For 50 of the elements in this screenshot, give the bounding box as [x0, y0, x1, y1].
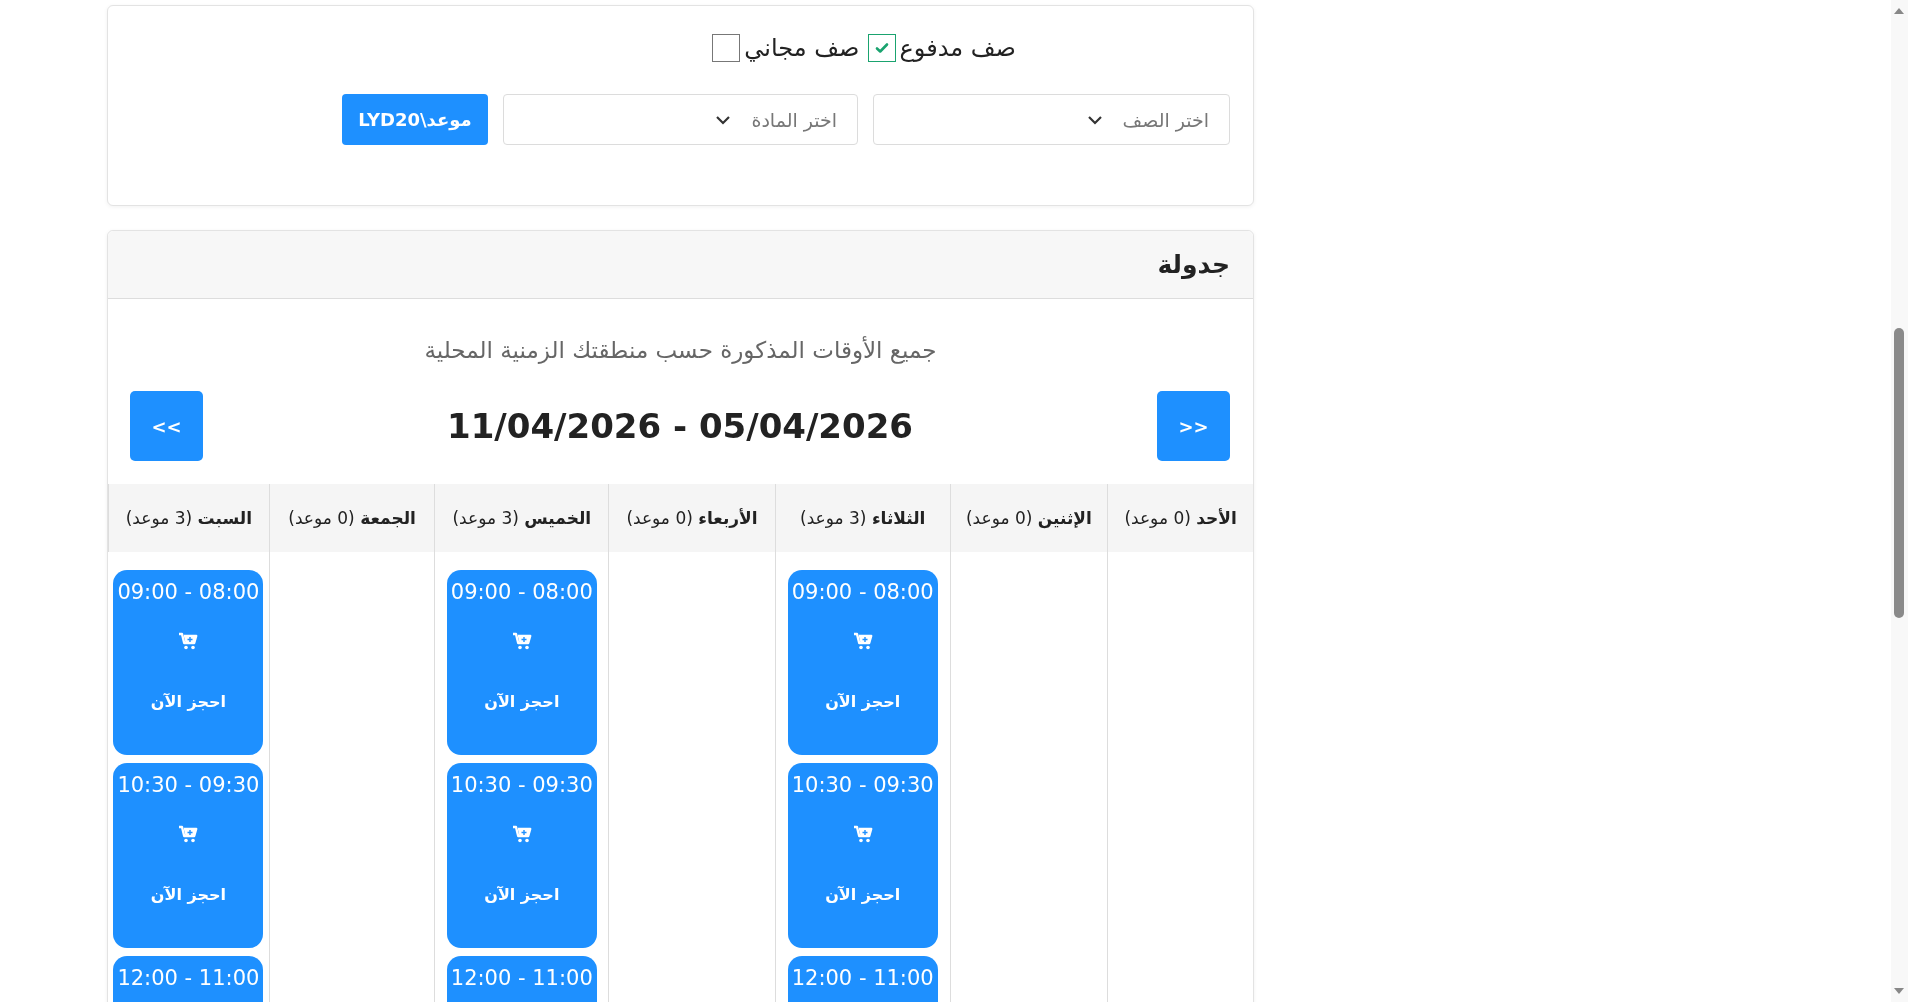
- checkbox[interactable]: [867, 34, 896, 62]
- day-header: الأحد (0 موعد): [1107, 484, 1253, 552]
- timezone-note: جميع الأوقات المذكورة حسب منطقتك الزمنية المحلية: [423, 337, 938, 363]
- time-slot-card[interactable]: 12:00 - 11:00: [446, 956, 597, 1002]
- slot-time: 09:00 - 08:00: [791, 580, 934, 604]
- next-week-button[interactable]: >>: [1157, 391, 1230, 461]
- price-button[interactable]: موعد\LYD20: [342, 94, 488, 145]
- chevron-down-icon: [1086, 114, 1103, 125]
- scrollbar[interactable]: [1891, 0, 1908, 1002]
- slot-time: 12:00 - 11:00: [117, 966, 260, 990]
- day-header: السبت (3 موعد): [108, 484, 269, 552]
- date-range: 11/04/2026 - 05/04/2026: [447, 406, 913, 446]
- arrow-up-icon[interactable]: [1894, 8, 1904, 14]
- book-now-link[interactable]: احجز الآن: [484, 692, 560, 711]
- cart-plus-icon: [178, 825, 199, 843]
- cart-plus-icon: [852, 825, 873, 843]
- chevron-down-icon: [715, 114, 732, 125]
- book-now-link[interactable]: احجز الآن: [150, 692, 226, 711]
- slot-time: 10:30 - 09:30: [450, 773, 593, 797]
- day-header: الثلاثاء (3 موعد): [774, 484, 950, 552]
- book-now-link[interactable]: احجز الآن: [484, 885, 560, 904]
- check-icon: [873, 40, 890, 56]
- checkbox[interactable]: [712, 34, 741, 62]
- day-header: الأربعاء (0 موعد): [608, 484, 775, 552]
- slot-time: 10:30 - 09:30: [117, 773, 260, 797]
- day-header: الخميس (3 موعد): [434, 484, 609, 552]
- time-slot-card[interactable]: 12:00 - 11:00: [787, 956, 938, 1002]
- previous-week-button[interactable]: <<: [130, 391, 203, 461]
- time-slot-card[interactable]: 12:00 - 11:00: [113, 956, 264, 1002]
- cart-plus-icon: [852, 632, 873, 650]
- book-now-link[interactable]: احجز الآن: [150, 885, 226, 904]
- arrow-down-icon[interactable]: [1894, 988, 1904, 994]
- slot-time: 09:00 - 08:00: [450, 580, 593, 604]
- subject-select[interactable]: اختر المادة: [503, 94, 858, 145]
- book-now-link[interactable]: احجز الآن: [825, 885, 901, 904]
- book-now-link[interactable]: احجز الآن: [825, 692, 901, 711]
- day-header: الجمعة (0 موعد): [268, 484, 435, 552]
- checkbox-label: صف مدفوع: [899, 34, 1016, 62]
- day-header: الإثنين (0 موعد): [949, 484, 1108, 552]
- slot-time: 09:00 - 08:00: [117, 580, 260, 604]
- cart-plus-icon: [178, 632, 199, 650]
- schedule-title: جدولة: [1157, 250, 1230, 279]
- slot-time: 12:00 - 11:00: [450, 966, 593, 990]
- slot-time: 12:00 - 11:00: [791, 966, 934, 990]
- checkbox-label: صف مجاني: [744, 34, 860, 62]
- slot-time: 10:30 - 09:30: [791, 773, 934, 797]
- cart-plus-icon: [511, 825, 532, 843]
- class-select[interactable]: اختر الصف: [873, 94, 1230, 145]
- cart-plus-icon: [511, 632, 532, 650]
- scrollbar-thumb[interactable]: [1894, 328, 1904, 618]
